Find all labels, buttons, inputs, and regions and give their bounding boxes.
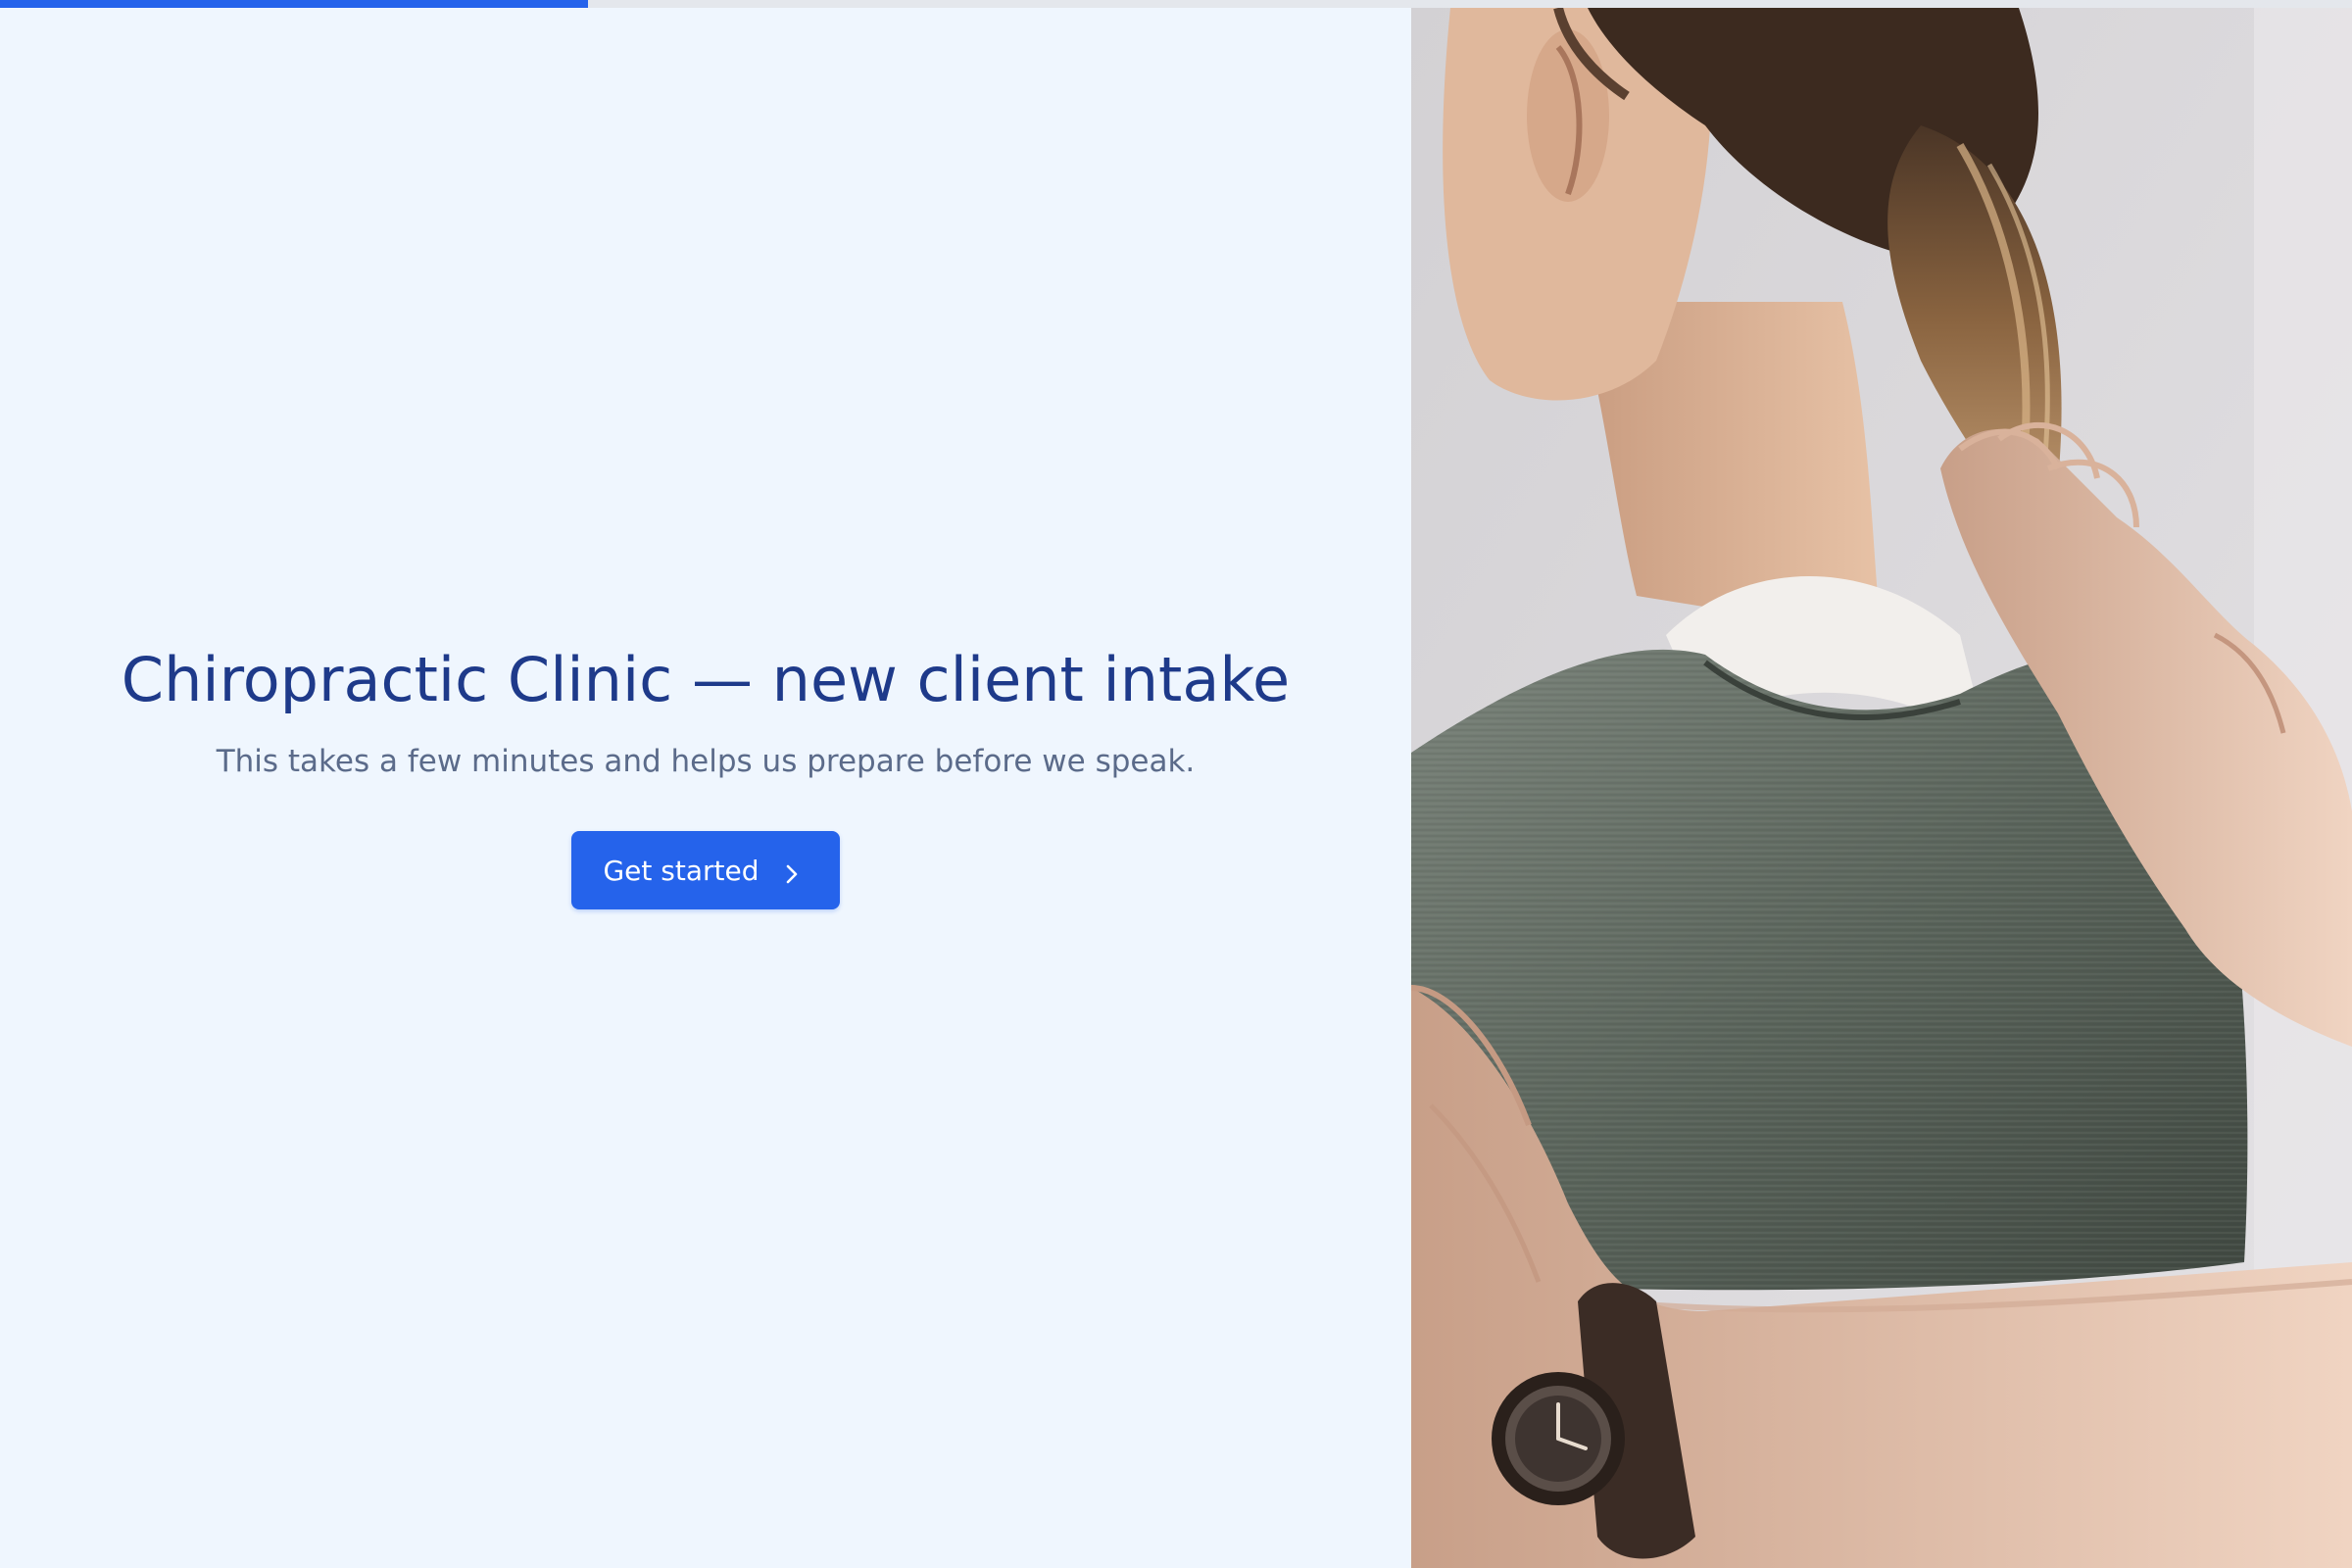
page-title: Chiropractic Clinic — new client intake [121,644,1291,715]
page-subtitle: This takes a few minutes and helps us pr… [216,744,1196,780]
get-started-label: Get started [603,854,760,887]
hero-image [1411,8,2352,1568]
progress-bar [0,0,2352,8]
get-started-button[interactable]: Get started [571,831,840,910]
back-adjustment-photo [1411,8,2352,1568]
chevron-right-icon [781,859,803,884]
progress-bar-fill [0,0,588,8]
intro-panel: Chiropractic Clinic — new client intake … [0,8,1411,1568]
intro-content: Chiropractic Clinic — new client intake … [0,644,1411,910]
